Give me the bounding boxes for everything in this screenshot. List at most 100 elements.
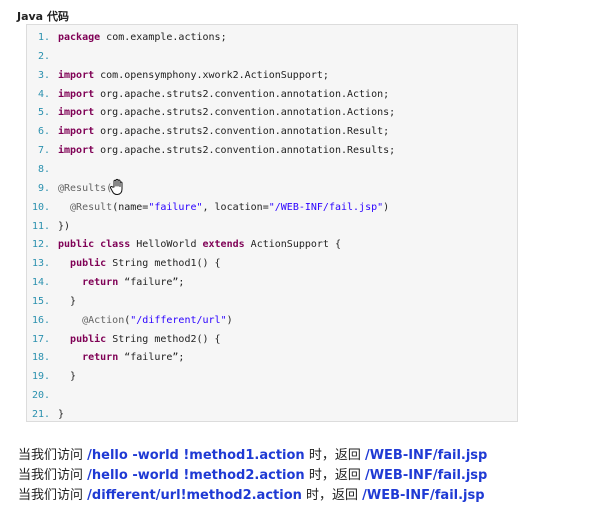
code-token: “failure”; bbox=[118, 352, 185, 364]
code-token: import bbox=[58, 69, 95, 81]
code-line: 13. public String method1() { bbox=[27, 254, 221, 273]
code-line: 21.} bbox=[27, 405, 64, 424]
code-token: org.apache.struts2.convention.annotation… bbox=[94, 145, 396, 157]
code-token: @Action bbox=[58, 314, 125, 326]
code-token: org.apache.struts2.convention.annotation… bbox=[94, 88, 390, 100]
line-number: 11. bbox=[31, 220, 50, 232]
code-line: 19. } bbox=[27, 367, 76, 386]
code-line: 17. public String method2() { bbox=[27, 330, 221, 349]
code-token: org.apache.struts2.convention.annotation… bbox=[94, 126, 390, 138]
code-line: 7. import org.apache.struts2.convention.a… bbox=[27, 141, 395, 160]
code-token: @Result bbox=[58, 201, 113, 213]
description-prefix: 当我们访问 bbox=[18, 448, 88, 463]
code-line: 4. import org.apache.struts2.convention.a… bbox=[27, 85, 389, 104]
line-number: 16. bbox=[31, 314, 50, 326]
code-token: String method1() { bbox=[106, 258, 221, 270]
code-token: org.apache.struts2.convention.annotation… bbox=[94, 107, 396, 119]
code-token: public bbox=[70, 333, 107, 345]
line-number: 5. bbox=[37, 107, 50, 119]
code-token: import bbox=[58, 88, 95, 100]
code-line: 11.}) bbox=[27, 217, 70, 236]
code-token: com.opensymphony.xwork2.ActionSupport; bbox=[94, 69, 329, 81]
description-middle: 时，返回 bbox=[304, 468, 365, 483]
code-token: (name= bbox=[112, 201, 149, 213]
code-token: package bbox=[58, 32, 101, 43]
code-line: 12. public class HelloWorld extends Actio… bbox=[27, 235, 341, 254]
line-number: 1. bbox=[37, 32, 50, 43]
code-token: com.example.actions; bbox=[100, 32, 227, 43]
code-token: ) bbox=[383, 201, 390, 213]
code-line: 5. import org.apache.struts2.convention.a… bbox=[27, 103, 395, 122]
code-token: } bbox=[58, 371, 77, 383]
hand-cursor-icon bbox=[109, 178, 123, 196]
code-token: import bbox=[58, 107, 95, 119]
line-number: 17. bbox=[31, 333, 50, 345]
description-prefix: 当我们访问 bbox=[18, 488, 88, 503]
line-number: 15. bbox=[31, 295, 50, 307]
code-token: import bbox=[58, 126, 95, 138]
line-number: 10. bbox=[31, 201, 50, 213]
line-number: 4. bbox=[37, 88, 50, 100]
result-path-link[interactable]: /WEB-INF/fail.jsp bbox=[365, 468, 487, 483]
line-number: 7. bbox=[37, 145, 50, 157]
line-number: 19. bbox=[31, 371, 50, 383]
line-number: 18. bbox=[31, 352, 50, 364]
code-token: String method2() { bbox=[106, 333, 221, 345]
code-line: 16. @Action("/different/url") bbox=[27, 311, 233, 330]
code-token: “failure”; bbox=[118, 277, 185, 289]
line-number: 14. bbox=[31, 277, 50, 289]
line-number: 2. bbox=[37, 50, 50, 62]
code-token: extends bbox=[202, 239, 245, 251]
action-url-link[interactable]: /different/url!method2.action bbox=[87, 488, 302, 503]
code-token: }) bbox=[58, 220, 71, 232]
code-token: return bbox=[82, 352, 119, 364]
code-line: 14. return “failure”; bbox=[27, 273, 185, 292]
code-line: 9. @Results( bbox=[27, 179, 112, 198]
line-number: 12. bbox=[31, 239, 50, 251]
code-token: import bbox=[58, 145, 95, 157]
code-line: 10. @Result(name="failure", location="/W… bbox=[27, 198, 389, 217]
code-line: 1. package com.example.actions; bbox=[27, 28, 227, 47]
code-token: HelloWorld bbox=[130, 239, 203, 251]
code-line: 6. import org.apache.struts2.convention.a… bbox=[27, 122, 389, 141]
code-title: Java 代码 bbox=[17, 10, 69, 23]
code-token: "/different/url" bbox=[130, 314, 227, 326]
code-line: 18. return “failure”; bbox=[27, 348, 185, 367]
code-token: public bbox=[70, 258, 107, 270]
description-middle: 时，返回 bbox=[301, 488, 363, 503]
description-middle: 时，返回 bbox=[304, 448, 365, 463]
code-token: ) bbox=[226, 314, 233, 326]
code-line: 15. } bbox=[27, 292, 76, 311]
description-prefix: 当我们访问 bbox=[18, 468, 88, 483]
code-block: 1. package com.example.actions; 2. 3. import… bbox=[26, 24, 518, 422]
line-number: 20. bbox=[31, 390, 50, 402]
line-number: 8. bbox=[37, 163, 50, 175]
code-token: } bbox=[58, 295, 77, 307]
code-line: 20. bbox=[27, 386, 58, 405]
code-token: ActionSupport { bbox=[244, 239, 341, 251]
code-token: @Results( bbox=[58, 182, 113, 194]
line-number: 13. bbox=[31, 258, 50, 270]
code-token: public class bbox=[58, 239, 131, 251]
line-number: 3. bbox=[37, 69, 50, 81]
code-line: 8. bbox=[27, 160, 58, 179]
code-token: return bbox=[82, 277, 119, 289]
description-line: 当我们访问 /hello -world !method1.action 时，返回… bbox=[18, 444, 487, 463]
action-url-link[interactable]: /hello -world !method1.action bbox=[87, 448, 305, 463]
result-path-link[interactable]: /WEB-INF/fail.jsp bbox=[365, 448, 487, 463]
action-url-link[interactable]: /hello -world !method2.action bbox=[87, 468, 305, 483]
description-line: 当我们访问 /hello -world !method2.action 时，返回… bbox=[18, 464, 487, 483]
code-token: } bbox=[58, 409, 65, 420]
code-token: "/WEB-INF/fail.jsp" bbox=[268, 201, 384, 213]
line-number: 21. bbox=[31, 409, 50, 420]
line-number: 9. bbox=[37, 182, 50, 194]
result-path-link[interactable]: /WEB-INF/fail.jsp bbox=[362, 488, 484, 503]
line-number: 6. bbox=[37, 126, 50, 138]
code-line: 3. import com.opensymphony.xwork2.ActionS… bbox=[27, 66, 329, 85]
code-token: "failure" bbox=[148, 201, 203, 213]
code-token: , location= bbox=[202, 201, 269, 213]
